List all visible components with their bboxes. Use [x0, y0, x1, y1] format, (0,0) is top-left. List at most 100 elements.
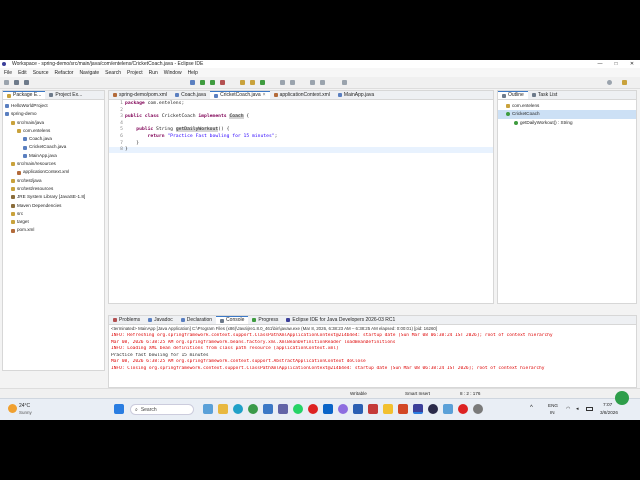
tree-item[interactable]: com.entelens [3, 127, 104, 135]
outlook-icon[interactable] [323, 404, 333, 414]
new-icon[interactable] [4, 80, 9, 85]
lang-label[interactable]: ENG [548, 403, 558, 408]
edge-icon[interactable] [233, 404, 243, 414]
outline-item-label: getDailyWorkout() : String [520, 119, 573, 125]
battery-icon[interactable] [586, 407, 593, 411]
outline-item[interactable]: getDailyWorkout() : String [498, 119, 636, 127]
maximize-button[interactable]: □ [608, 61, 624, 67]
opera-gx-icon[interactable] [458, 404, 468, 414]
tab-project-explorer[interactable]: Project Ex... [45, 91, 86, 99]
menu-file[interactable]: File [4, 70, 12, 76]
word-icon[interactable] [353, 404, 363, 414]
debug-icon[interactable] [190, 80, 195, 85]
copilot-icon[interactable] [338, 404, 348, 414]
weather-icon[interactable] [8, 404, 17, 413]
tree-item[interactable]: Coach.java [3, 135, 104, 143]
tab-problems[interactable]: Problems [109, 316, 144, 324]
tab-task-list[interactable]: Task List [528, 91, 561, 99]
media-player-icon[interactable] [428, 404, 438, 414]
menu-source[interactable]: Source [33, 70, 49, 76]
speaker-icon[interactable]: ◂ [576, 406, 579, 412]
tree-item[interactable]: src/main/java [3, 119, 104, 127]
notification-icon[interactable] [615, 391, 629, 405]
search-icon[interactable] [290, 80, 295, 85]
whatsapp-icon[interactable] [293, 404, 303, 414]
clock-time[interactable]: 7:07 [603, 403, 612, 408]
outline-item[interactable]: com.entelens [498, 102, 636, 110]
open-type-icon[interactable] [280, 80, 285, 85]
tab-console[interactable]: Console [216, 316, 249, 324]
menu-search[interactable]: Search [105, 70, 121, 76]
run-icon[interactable] [200, 80, 205, 85]
menu-help[interactable]: Help [188, 70, 198, 76]
search-toolbar-icon[interactable] [607, 80, 612, 85]
save-all-icon[interactable] [24, 80, 29, 85]
menu-window[interactable]: Window [164, 70, 182, 76]
app-icon[interactable] [368, 404, 378, 414]
tree-item[interactable]: src [3, 210, 104, 218]
opera-icon[interactable] [308, 404, 318, 414]
code-area[interactable]: 1 2 3 4 5 6 7 8 package com.entelens; pu… [109, 101, 493, 303]
file-explorer-icon[interactable] [218, 404, 228, 414]
tree-item[interactable]: Maven Dependencies [3, 202, 104, 210]
start-icon[interactable] [114, 404, 124, 414]
settings-icon[interactable] [473, 404, 483, 414]
back-icon[interactable] [310, 80, 315, 85]
xml-file-icon [273, 93, 278, 97]
perspective-icon[interactable] [342, 80, 347, 85]
external-tools-icon[interactable] [220, 80, 225, 85]
close-tab-icon[interactable]: × [263, 91, 266, 99]
photos-icon[interactable] [443, 404, 453, 414]
forward-icon[interactable] [320, 80, 325, 85]
java-perspective-icon[interactable] [622, 80, 627, 85]
tree-item[interactable]: JRE System Library [JavaSE-1.8] [3, 193, 104, 201]
tree-item[interactable]: pom.xml [3, 226, 104, 234]
tab-applicationcontext-xml[interactable]: applicationContext.xml [270, 91, 334, 99]
tab-javadoc[interactable]: Javadoc [144, 316, 177, 324]
close-button[interactable]: ✕ [624, 61, 640, 67]
tree-item[interactable]: src/test/resources [3, 185, 104, 193]
menu-edit[interactable]: Edit [18, 70, 27, 76]
new-package-icon[interactable] [250, 80, 255, 85]
chevron-up-icon[interactable]: ^ [530, 405, 533, 411]
wifi-icon[interactable]: ◠ [566, 406, 570, 412]
tree-item[interactable]: MainApp.java [3, 152, 104, 160]
powerpoint-icon[interactable] [398, 404, 408, 414]
menu-project[interactable]: Project [127, 70, 143, 76]
tab-mainapp-java[interactable]: MainApp.java [334, 91, 378, 99]
widgets-icon[interactable] [203, 404, 213, 414]
eclipse-taskbar-icon[interactable] [413, 404, 423, 414]
tree-item[interactable]: HelloWorldProject [3, 102, 104, 110]
tree-item[interactable]: applicationContext.xml [3, 168, 104, 176]
new-java-project-icon[interactable] [240, 80, 245, 85]
sticky-notes-icon[interactable] [383, 404, 393, 414]
tree-item[interactable]: CricketCoach.java [3, 143, 104, 151]
tab-cricketcoach-java[interactable]: CricketCoach.java × [210, 91, 270, 99]
menu-run[interactable]: Run [149, 70, 158, 76]
tab-eclipse-ide[interactable]: Eclipse IDE for Java Developers 2026-03 … [282, 316, 399, 324]
tree-item[interactable]: spring-demo [3, 110, 104, 118]
store-icon[interactable] [263, 404, 273, 414]
tab-declaration[interactable]: Declaration [177, 316, 216, 324]
teams-icon[interactable] [278, 404, 288, 414]
minimize-button[interactable]: — [592, 61, 608, 67]
region-label[interactable]: IN [550, 410, 555, 415]
tree-item[interactable]: src/test/java [3, 177, 104, 185]
coverage-icon[interactable] [210, 80, 215, 85]
tree-item[interactable]: src/main/resources [3, 160, 104, 168]
clock-date[interactable]: 3/8/2026 [600, 410, 618, 415]
menu-navigate[interactable]: Navigate [79, 70, 99, 76]
tree-item[interactable]: target [3, 218, 104, 226]
tab-coach-java[interactable]: Coach.java [171, 91, 210, 99]
tab-progress[interactable]: Progress [248, 316, 282, 324]
tab-pom-xml[interactable]: spring-demo/pom.xml [109, 91, 171, 99]
console-output[interactable]: INFO: Refreshing org.springframework.con… [111, 333, 634, 373]
outline-item[interactable]: CricketCoach [498, 110, 636, 119]
menu-refactor[interactable]: Refactor [55, 70, 74, 76]
chrome-icon[interactable] [248, 404, 258, 414]
tab-package-explorer[interactable]: Package E... [3, 91, 46, 99]
save-icon[interactable] [14, 80, 19, 85]
tab-outline[interactable]: Outline [498, 91, 528, 99]
new-class-icon[interactable] [260, 80, 265, 85]
taskbar-search[interactable]: ⌕ Search [130, 404, 194, 415]
